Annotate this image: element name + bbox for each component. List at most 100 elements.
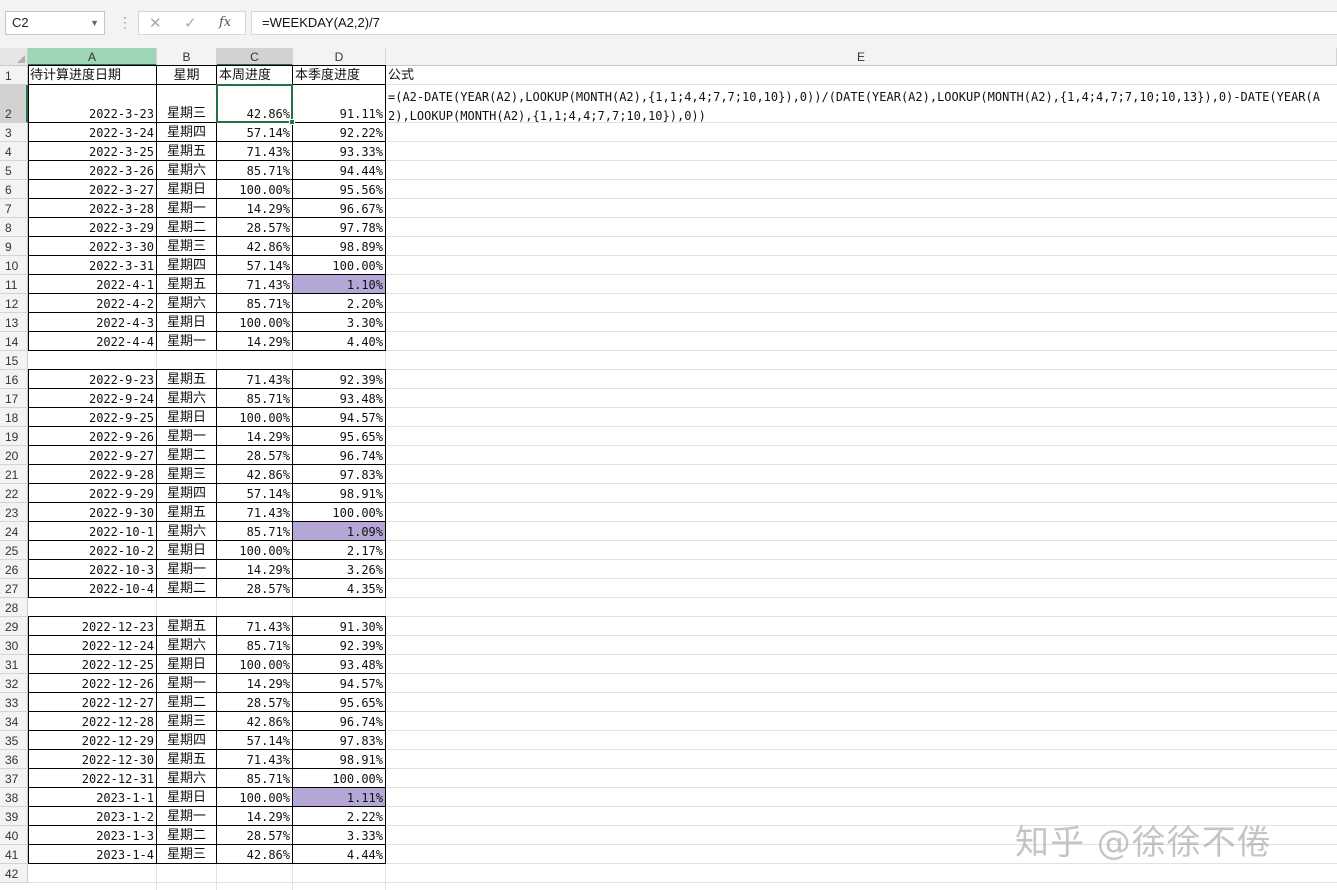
cell-date[interactable]: 2022-9-26 [28, 427, 157, 446]
cell-date[interactable]: 2022-3-25 [28, 142, 157, 161]
cell-quarter-progress[interactable]: 97.83% [293, 731, 386, 750]
cell-quarter-progress[interactable]: 94.57% [293, 674, 386, 693]
cancel-icon[interactable]: ✕ [149, 14, 162, 32]
cell-quarter-progress[interactable]: 98.91% [293, 750, 386, 769]
cell-week-progress[interactable]: 85.71% [217, 294, 293, 313]
cell-quarter-progress[interactable]: 3.33% [293, 826, 386, 845]
row-header-33[interactable]: 33 [0, 693, 28, 712]
row-header-41[interactable]: 41 [0, 845, 28, 864]
cell-date[interactable]: 2022-10-3 [28, 560, 157, 579]
cell-weekday[interactable]: 星期二 [157, 826, 217, 845]
cell-date[interactable]: 2022-12-24 [28, 636, 157, 655]
cell-date[interactable]: 2022-3-31 [28, 256, 157, 275]
row-header-11[interactable]: 11 [0, 275, 28, 294]
cell-quarter-progress[interactable]: 3.30% [293, 313, 386, 332]
cell-weekday[interactable]: 星期三 [157, 845, 217, 864]
cell-weekday[interactable]: 星期四 [157, 256, 217, 275]
cell-week-progress[interactable]: 85.71% [217, 636, 293, 655]
row-header-31[interactable]: 31 [0, 655, 28, 674]
cell-weekday[interactable]: 星期六 [157, 522, 217, 541]
cell-weekday[interactable]: 星期三 [157, 465, 217, 484]
cell-quarter-progress[interactable]: 95.65% [293, 427, 386, 446]
row-header-1[interactable]: 1 [0, 66, 28, 85]
row-header-34[interactable]: 34 [0, 712, 28, 731]
cell-week-progress[interactable]: 100.00% [217, 408, 293, 427]
cell-quarter-progress[interactable]: 100.00% [293, 256, 386, 275]
cell-date[interactable]: 2022-4-2 [28, 294, 157, 313]
column-header-b[interactable]: B [157, 48, 217, 66]
row-header-18[interactable]: 18 [0, 408, 28, 427]
row-header-26[interactable]: 26 [0, 560, 28, 579]
cell-quarter-progress[interactable]: 92.39% [293, 636, 386, 655]
cell-date[interactable]: 2022-3-27 [28, 180, 157, 199]
row-header-28[interactable]: 28 [0, 598, 28, 617]
cell-week-progress[interactable]: 28.57% [217, 579, 293, 598]
cell-formula-text[interactable]: =(A2-DATE(YEAR(A2),LOOKUP(MONTH(A2),{1,1… [388, 88, 1336, 126]
cell-date[interactable]: 2022-9-27 [28, 446, 157, 465]
cell-week-progress[interactable]: 85.71% [217, 769, 293, 788]
cell-week-progress[interactable]: 71.43% [217, 750, 293, 769]
cell-date[interactable]: 2022-4-4 [28, 332, 157, 351]
cell-week-progress[interactable]: 14.29% [217, 427, 293, 446]
cell-quarter-progress[interactable]: 96.74% [293, 712, 386, 731]
row-header-2[interactable]: 2 [0, 85, 28, 123]
cell-quarter-progress[interactable]: 97.78% [293, 218, 386, 237]
column-header-c[interactable]: C [217, 48, 293, 66]
cell-weekday[interactable]: 星期一 [157, 332, 217, 351]
cell-quarter-progress[interactable]: 92.39% [293, 370, 386, 389]
cell-quarter-progress[interactable]: 94.57% [293, 408, 386, 427]
cell-formula-header[interactable]: 公式 [388, 66, 414, 85]
cell-date[interactable]: 2023-1-3 [28, 826, 157, 845]
row-header-42[interactable]: 42 [0, 864, 28, 883]
cell-quarter-progress[interactable]: 91.30% [293, 617, 386, 636]
row-header-35[interactable]: 35 [0, 731, 28, 750]
row-header-10[interactable]: 10 [0, 256, 28, 275]
cell-date[interactable]: 2022-12-23 [28, 617, 157, 636]
cell-weekday[interactable]: 星期三 [157, 712, 217, 731]
cell-date[interactable]: 2022-9-29 [28, 484, 157, 503]
cell-date[interactable]: 2022-9-25 [28, 408, 157, 427]
row-header-7[interactable]: 7 [0, 199, 28, 218]
cell-weekday[interactable]: 星期日 [157, 788, 217, 807]
fill-handle[interactable] [289, 119, 295, 125]
cell-date[interactable]: 2022-12-29 [28, 731, 157, 750]
cell-quarter-progress[interactable]: 94.44% [293, 161, 386, 180]
cell-week-progress[interactable]: 14.29% [217, 807, 293, 826]
cell-quarter-progress[interactable]: 1.10% [293, 275, 386, 294]
cell-date[interactable]: 2022-3-23 [28, 85, 157, 123]
cell-date[interactable]: 2022-9-23 [28, 370, 157, 389]
cell-week-progress[interactable]: 14.29% [217, 674, 293, 693]
cell-week-progress[interactable]: 100.00% [217, 180, 293, 199]
cell-week-progress[interactable]: 100.00% [217, 313, 293, 332]
cell-date[interactable]: 2022-12-28 [28, 712, 157, 731]
row-header-37[interactable]: 37 [0, 769, 28, 788]
row-header-23[interactable]: 23 [0, 503, 28, 522]
cell-date[interactable]: 2022-4-1 [28, 275, 157, 294]
row-header-15[interactable]: 15 [0, 351, 28, 370]
cell-weekday[interactable]: 星期四 [157, 123, 217, 142]
column-header-d[interactable]: D [293, 48, 386, 66]
cell-weekday[interactable]: 星期日 [157, 408, 217, 427]
cell-quarter-progress[interactable]: 4.44% [293, 845, 386, 864]
cell-date[interactable]: 2022-12-26 [28, 674, 157, 693]
cell-date[interactable]: 2022-3-24 [28, 123, 157, 142]
cell-quarter-progress[interactable]: 95.56% [293, 180, 386, 199]
cell-date[interactable]: 2022-3-30 [28, 237, 157, 256]
cell-weekday[interactable]: 星期四 [157, 731, 217, 750]
cell-quarter-progress[interactable]: 98.89% [293, 237, 386, 256]
row-header-22[interactable]: 22 [0, 484, 28, 503]
row-header-38[interactable]: 38 [0, 788, 28, 807]
cell-date[interactable]: 2022-12-31 [28, 769, 157, 788]
cell-quarter-progress[interactable]: 93.48% [293, 655, 386, 674]
cell-weekday[interactable]: 星期二 [157, 693, 217, 712]
row-header-3[interactable]: 3 [0, 123, 28, 142]
cell-date[interactable]: 2022-12-27 [28, 693, 157, 712]
cell-date[interactable]: 2023-1-1 [28, 788, 157, 807]
header-cell[interactable]: 本季度进度 [293, 66, 386, 85]
enter-icon[interactable]: ✓ [184, 14, 197, 32]
cell-date[interactable]: 2022-3-26 [28, 161, 157, 180]
cell-weekday[interactable]: 星期三 [157, 237, 217, 256]
cell-weekday[interactable]: 星期五 [157, 275, 217, 294]
cell-week-progress[interactable]: 100.00% [217, 788, 293, 807]
cell-quarter-progress[interactable]: 100.00% [293, 769, 386, 788]
